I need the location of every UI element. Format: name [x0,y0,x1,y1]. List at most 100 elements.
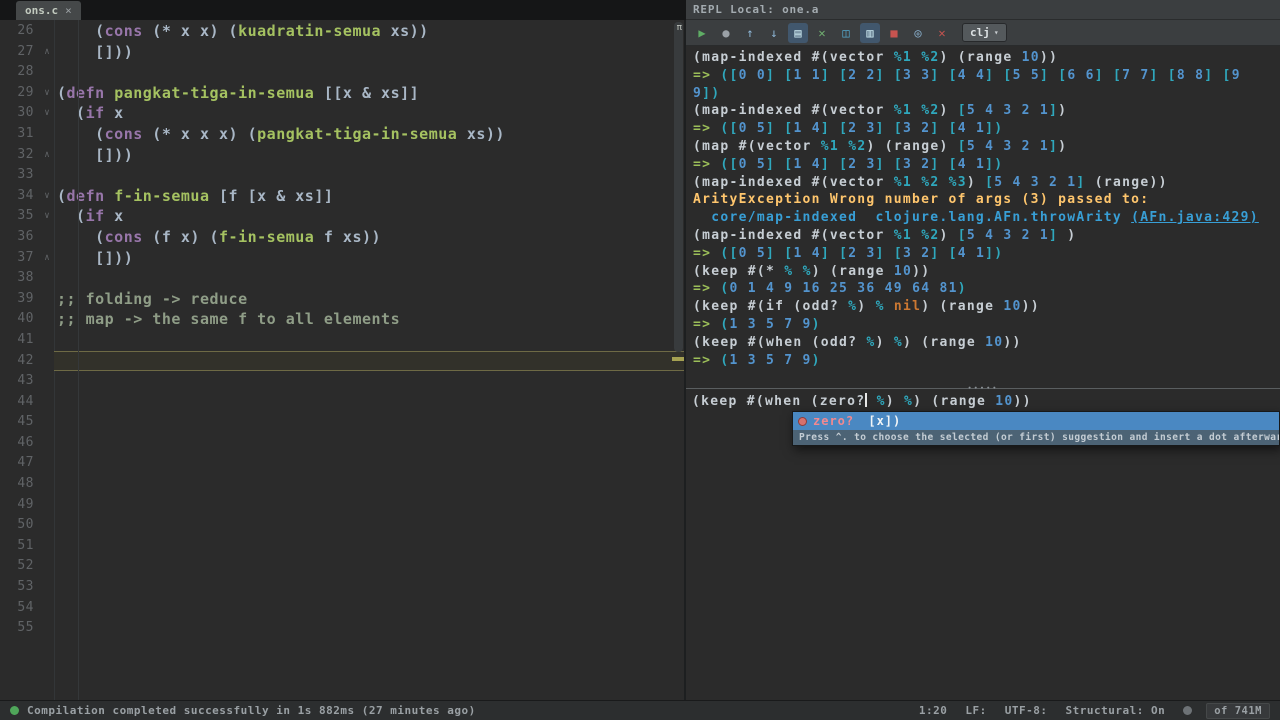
line-number[interactable]: 41 [0,330,40,351]
line-number[interactable]: 44 [0,392,40,413]
editor-line[interactable]: 26 (cons (* x x) (kuadratin-semua xs)) [0,21,684,42]
editor-line[interactable]: 50 [0,515,684,536]
line-number[interactable]: 37 [0,248,40,269]
line-number[interactable]: 52 [0,556,40,577]
editor-line[interactable]: 30 ∨ (if x [0,103,684,124]
line-number[interactable]: 31 [0,124,40,145]
status-item[interactable]: LF: [965,704,986,717]
fold-icon[interactable]: ∨ [40,103,54,124]
editor-line[interactable]: 41 [0,330,684,351]
line-number[interactable]: 38 [0,268,40,289]
clear-repl-icon[interactable]: ✕ [812,23,832,43]
repl-output[interactable]: (map-indexed #(vector %1 %2) (range 10))… [686,46,1280,388]
editor-line[interactable]: 47 [0,453,684,474]
editor-line[interactable]: 43 [0,371,684,392]
editor-line[interactable]: 29 ∨ (defn pangkat-tiga-in-semua [[x & xs]… [0,83,684,104]
run-icon[interactable]: ▶ [692,23,712,43]
editor-tab[interactable]: ons.c × [16,1,81,20]
memory-indicator[interactable]: of 741M [1206,702,1270,719]
status-item[interactable]: 1:20 [919,704,948,717]
line-number[interactable]: 30 [0,103,40,124]
repl-toolbar: ▶ ● ↑ ↓ ▤ ✕ ◫ ▥ ■ ◎ ✕ clj ▾ [686,20,1280,46]
repl-language-select[interactable]: clj ▾ [962,23,1007,42]
line-number[interactable]: 33 [0,165,40,186]
pause-icon[interactable]: ● [716,23,736,43]
repl-token: ) [811,316,821,332]
line-number[interactable]: 29 [0,83,40,104]
editor-line[interactable]: 53 [0,577,684,598]
suggestion-item[interactable]: zero? [x]) [793,412,1279,430]
execute-console-icon[interactable]: ▤ [788,22,808,43]
editor-line[interactable]: 31 (cons (* x x x) (pangkat-tiga-in-semu… [0,124,684,145]
editor-panel[interactable]: 26 (cons (* x x) (kuadratin-semua xs)) 27… [0,20,684,700]
editor-line[interactable]: 34 ∨ (defn f-in-semua [f [x & xs]] [0,186,684,207]
line-number[interactable]: 28 [0,62,40,83]
editor-line[interactable]: 49 [0,495,684,516]
line-number[interactable]: 39 [0,289,40,310]
history-previous-icon[interactable]: ↑ [740,23,760,43]
line-number[interactable]: 45 [0,412,40,433]
repl-token: 10 [1003,299,1022,315]
editor-line[interactable]: 36 (cons (f x) (f-in-semua f xs)) [0,227,684,248]
trash-icon[interactable]: ◫ [836,23,856,43]
editor-line[interactable]: 55 [0,618,684,639]
history-next-icon[interactable]: ↓ [764,23,784,43]
editor-line[interactable]: 45 [0,412,684,433]
editor-line[interactable]: 27 ∧ [])) [0,42,684,63]
line-number[interactable]: 26 [0,21,40,42]
status-item[interactable]: UTF-8: [1005,704,1048,717]
line-number[interactable]: 47 [0,453,40,474]
line-number[interactable]: 50 [0,515,40,536]
line-number[interactable]: 42 [0,351,40,372]
editor-line[interactable]: 35 ∨ (if x [0,206,684,227]
line-number[interactable]: 34 [0,186,40,207]
fold-icon[interactable]: ∧ [40,42,54,63]
line-number[interactable]: 40 [0,309,40,330]
line-number[interactable]: 48 [0,474,40,495]
soft-wrap-icon[interactable]: ▥ [860,22,880,43]
editor-line[interactable]: 48 [0,474,684,495]
editor-line[interactable]: 54 [0,598,684,619]
line-number[interactable]: 55 [0,618,40,639]
editor-line[interactable]: 28 [0,62,684,83]
line-number[interactable]: 53 [0,577,40,598]
fold-icon[interactable]: ∧ [40,145,54,166]
editor-line[interactable]: 40 ;; map -> the same f to all elements [0,309,684,330]
repl-token: 2 3 [848,121,876,137]
repl-token [885,299,894,314]
scroll-to-end-icon[interactable]: ◎ [908,23,928,43]
fold-icon[interactable]: ∧ [40,248,54,269]
editor-line[interactable]: 44 [0,392,684,413]
fold-icon[interactable]: ∨ [40,83,54,104]
editor-line[interactable]: 52 [0,556,684,577]
editor-line[interactable]: 42 [0,350,684,372]
line-number[interactable]: 54 [0,598,40,619]
editor-line[interactable]: 38 [0,268,684,289]
editor-line[interactable]: 46 [0,433,684,454]
line-number[interactable]: 36 [0,227,40,248]
tab-close-icon[interactable]: × [65,4,72,17]
line-number[interactable]: 35 [0,206,40,227]
line-number[interactable]: 46 [0,433,40,454]
fold-icon[interactable]: ∨ [40,206,54,227]
line-number[interactable]: 27 [0,42,40,63]
fold-icon[interactable]: ∨ [40,186,54,207]
editor-line[interactable]: 33 [0,165,684,186]
line-number[interactable]: 43 [0,371,40,392]
close-icon[interactable]: ✕ [932,23,952,43]
code-text: (cons (* x x) (kuadratin-semua xs)) [54,21,684,42]
line-number[interactable]: 51 [0,536,40,557]
line-number[interactable]: 32 [0,145,40,166]
stop-icon[interactable]: ■ [884,23,904,43]
editor-line[interactable]: 51 [0,536,684,557]
editor-line[interactable]: 32 ∧ [])) [0,145,684,166]
editor-line[interactable]: 39 ;; folding -> reduce [0,289,684,310]
editor-line[interactable]: 37 ∧ [])) [0,248,684,269]
line-number[interactable]: 49 [0,495,40,516]
highlight-level-icon[interactable] [1183,706,1193,715]
status-item[interactable]: Structural: On [1066,704,1166,717]
scrollbar-thumb[interactable] [674,22,683,352]
repl-input-line[interactable]: (keep #(when (zero? %) %) (range 10)) [692,393,1280,411]
editor-scrollbar[interactable]: π [672,20,684,700]
